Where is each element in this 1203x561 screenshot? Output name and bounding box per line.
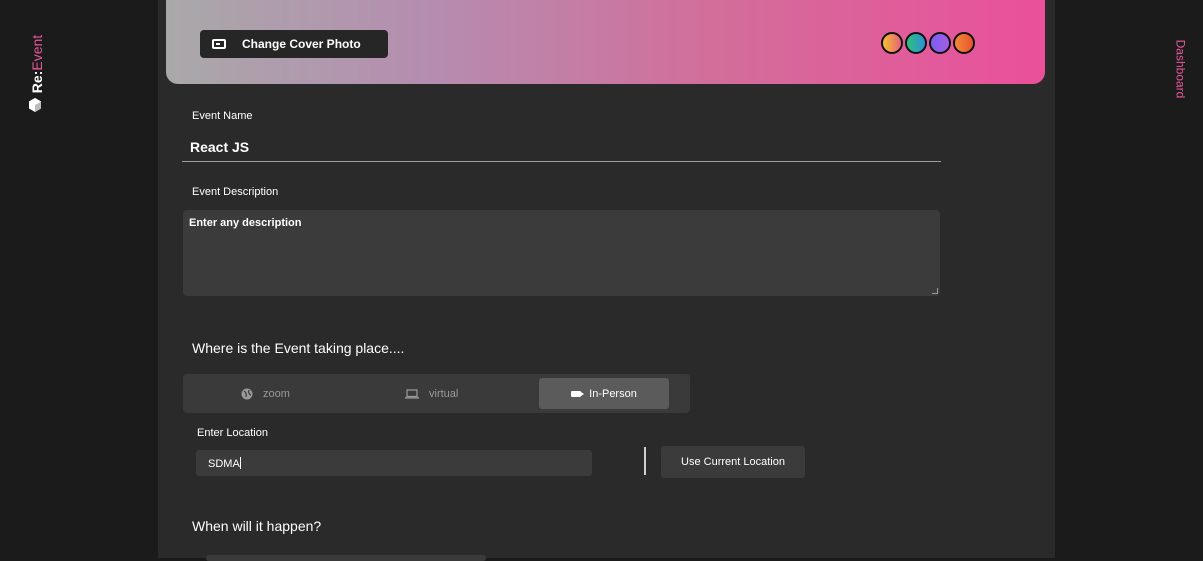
location-option-label: zoom bbox=[263, 387, 290, 400]
event-description-textarea[interactable]: Enter any description bbox=[183, 210, 940, 296]
image-icon bbox=[212, 39, 226, 49]
location-option-virtual[interactable]: virtual bbox=[405, 374, 458, 413]
location-option-label: virtual bbox=[429, 387, 459, 400]
enter-location-label: Enter Location bbox=[197, 427, 268, 439]
swatch-purple[interactable] bbox=[929, 32, 951, 54]
location-option-zoom[interactable]: zoom bbox=[241, 374, 290, 413]
event-name-underline bbox=[182, 161, 941, 162]
use-current-location-button[interactable]: Use Current Location bbox=[661, 446, 805, 478]
location-option-label: In-Person bbox=[589, 387, 637, 400]
left-sidebar: Re:Event bbox=[0, 0, 158, 558]
text-caret bbox=[239, 457, 241, 469]
laptop-icon bbox=[405, 388, 419, 399]
theme-swatches bbox=[881, 32, 975, 54]
event-description-label: Event Description bbox=[192, 186, 279, 198]
cube-icon bbox=[29, 98, 41, 112]
location-input[interactable]: SDMA bbox=[196, 450, 592, 476]
when-heading: When will it happen? bbox=[192, 518, 322, 534]
description-placeholder: Enter any description bbox=[189, 217, 302, 229]
location-option-in-person[interactable]: In-Person bbox=[539, 378, 669, 409]
vertical-divider bbox=[644, 447, 646, 475]
swatch-green[interactable] bbox=[905, 32, 927, 54]
dashboard-link[interactable]: Dashboard bbox=[1174, 40, 1188, 99]
resize-handle-icon[interactable] bbox=[932, 288, 938, 294]
swatch-red-orange[interactable] bbox=[953, 32, 975, 54]
event-form-panel: Change Cover Photo Event Name React JS E… bbox=[158, 0, 1055, 561]
event-name-input[interactable]: React JS bbox=[190, 139, 249, 155]
change-cover-photo-label: Change Cover Photo bbox=[242, 37, 361, 51]
brand-logo[interactable]: Re:Event bbox=[24, 28, 48, 118]
where-heading: Where is the Event taking place.... bbox=[192, 340, 405, 356]
location-input-value: SDMA bbox=[208, 458, 240, 470]
video-camera-icon bbox=[571, 390, 585, 397]
date-picker-field[interactable] bbox=[206, 555, 486, 561]
cover-banner: Change Cover Photo bbox=[166, 0, 1045, 84]
right-sidebar: Dashboard bbox=[1055, 0, 1203, 558]
location-type-selector: zoom virtual In-Person bbox=[183, 374, 690, 413]
event-name-label: Event Name bbox=[192, 110, 253, 122]
globe-icon bbox=[241, 388, 253, 399]
brand-name: Re:Event bbox=[29, 34, 45, 94]
change-cover-photo-button[interactable]: Change Cover Photo bbox=[200, 30, 388, 58]
swatch-orange[interactable] bbox=[881, 32, 903, 54]
